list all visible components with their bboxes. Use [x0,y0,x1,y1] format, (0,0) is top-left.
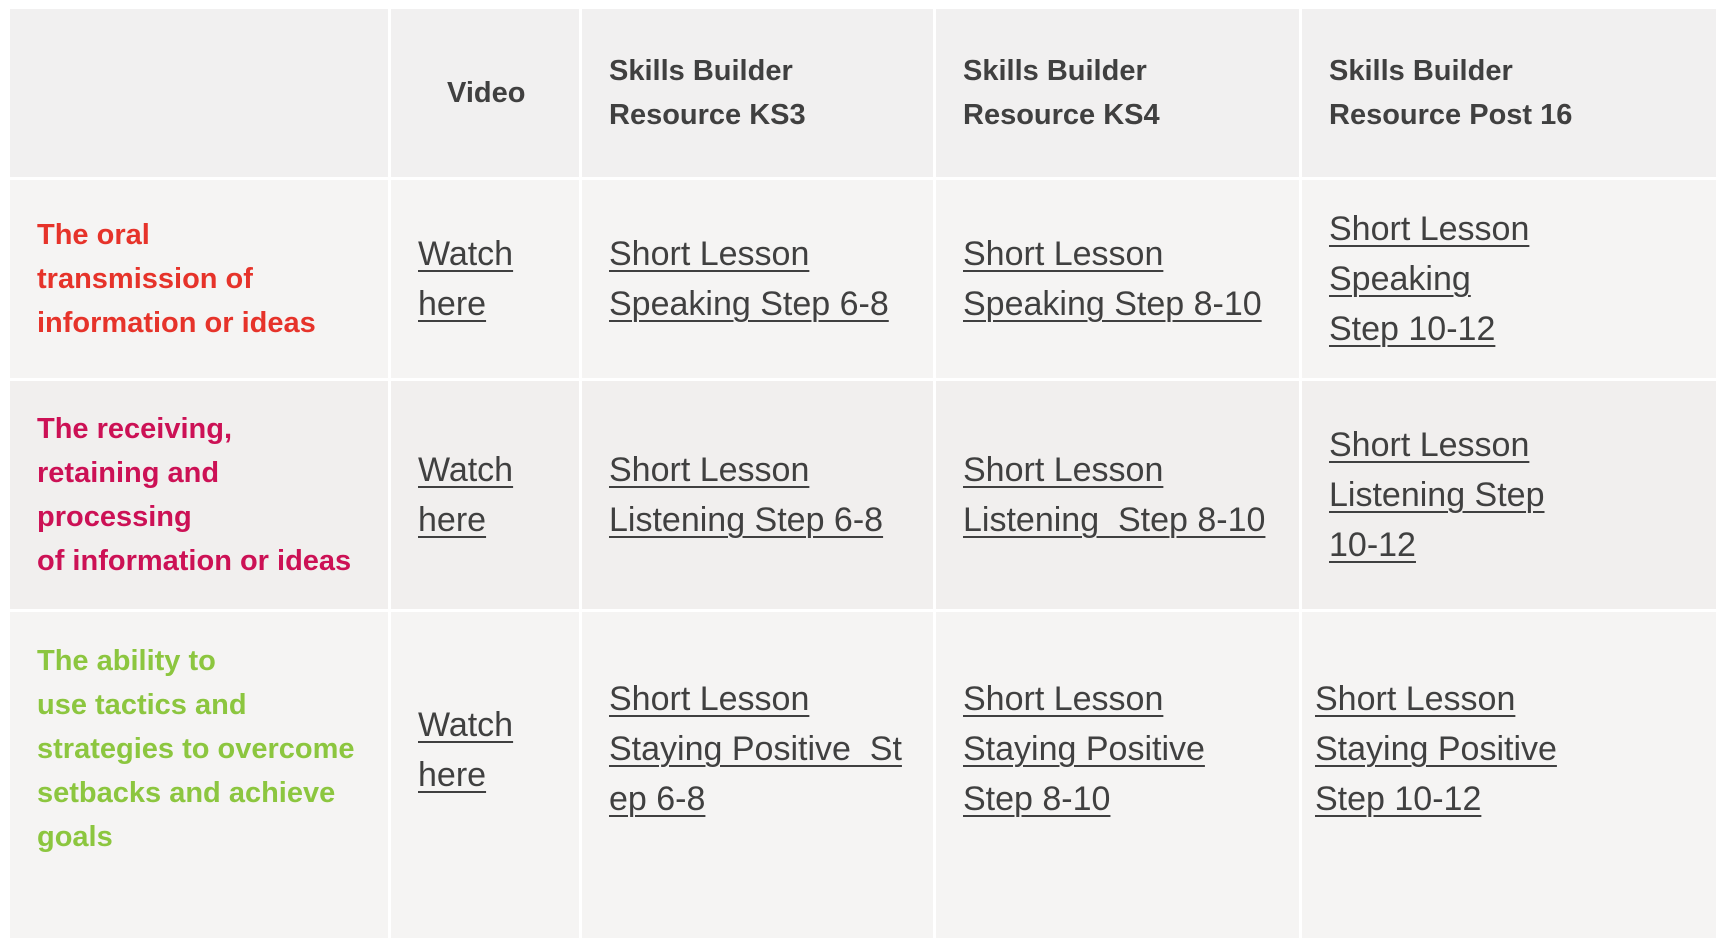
header-ks4-label: Skills Builder Resource KS4 [963,49,1299,137]
row-speaking-ks3-cell: Short Lesson Speaking Step 6-8 [582,180,933,378]
header-ks4-cell: Skills Builder Resource KS4 [936,9,1299,177]
link-line: ep 6-8 [609,780,706,818]
label-line: of information or ideas [37,545,352,577]
row-staying-positive-ks3-cell: Short Lesson Staying Positive St ep 6-8 [582,612,933,938]
row-staying-positive-post16-cell: Short Lesson Staying Positive Step 10-12 [1302,612,1716,938]
label-line: strategies to overcome [37,733,355,765]
row-speaking-label: The oral transmission of information or … [37,213,388,345]
label-line: processing [37,501,192,533]
short-lesson-staying-positive-ks3-link[interactable]: Short Lesson Staying Positive St ep 6-8 [609,674,933,824]
row-listening-video-cell: Watch here [391,381,579,609]
header-video-cell: Video [391,9,579,177]
row-listening-label: The receiving, retaining and processing … [37,407,388,583]
resource-table: Video Skills Builder Resource KS3 Skills… [10,9,1716,938]
short-lesson-speaking-post16-link[interactable]: Short Lesson Speaking Step 10-12 [1329,204,1716,354]
row-staying-positive-label: The ability to use tactics and strategie… [37,639,388,859]
row-speaking-video-cell: Watch here [391,180,579,378]
label-line: transmission of [37,263,253,295]
row-staying-positive-ks4-cell: Short Lesson Staying Positive Step 8-10 [936,612,1299,938]
label-line: The receiving, [37,413,233,445]
link-line: Staying Positive St [609,730,902,768]
link-line: Step 10-12 [1315,780,1482,818]
label-line: The oral [37,219,150,251]
link-line: Short Lesson [1329,210,1530,248]
header-post16-line1: Skills Builder [1329,55,1513,87]
link-line: Short Lesson [1315,680,1516,718]
row-listening-ks3-cell: Short Lesson Listening Step 6-8 [582,381,933,609]
short-lesson-listening-ks4-link[interactable]: Short Lesson Listening Step 8-10 [963,445,1299,545]
link-line: Staying Positive [963,730,1205,768]
link-line: Listening Step 6-8 [609,501,884,539]
label-line: goals [37,821,113,853]
link-line: Step 8-10 [963,780,1111,818]
header-ks4-line2: Resource KS4 [963,99,1160,131]
header-empty-cell [10,9,388,177]
link-line: Short Lesson [963,451,1164,489]
watch-here-link-staying-positive[interactable]: Watch here [418,700,579,800]
row-listening-label-cell: The receiving, retaining and processing … [10,381,388,609]
link-line: Speaking [1329,260,1471,298]
link-line: Staying Positive [1315,730,1557,768]
header-ks3-label: Skills Builder Resource KS3 [609,49,933,137]
row-speaking-ks4-cell: Short Lesson Speaking Step 8-10 [936,180,1299,378]
link-line: Short Lesson [609,680,810,718]
watch-here-link-speaking[interactable]: Watch here [418,229,579,329]
header-post16-line2: Resource Post 16 [1329,99,1573,131]
short-lesson-staying-positive-post16-link[interactable]: Short Lesson Staying Positive Step 10-12 [1315,674,1716,824]
header-post16-label: Skills Builder Resource Post 16 [1329,49,1716,137]
link-line: Listening Step 8-10 [963,501,1266,539]
label-line: setbacks and achieve [37,777,336,809]
link-line: Watch [418,235,514,273]
link-line: here [418,756,487,794]
link-line: Speaking Step 8-10 [963,285,1262,323]
header-ks4-line1: Skills Builder [963,55,1147,87]
link-line: Step 10-12 [1329,310,1496,348]
watch-here-link-listening[interactable]: Watch here [418,445,579,545]
label-line: retaining and [37,457,220,489]
link-line: Short Lesson [963,680,1164,718]
link-line: Short Lesson [1329,426,1530,464]
row-staying-positive-label-cell: The ability to use tactics and strategie… [10,612,388,938]
link-line: Short Lesson [609,235,810,273]
link-line: Speaking Step 6-8 [609,285,889,323]
short-lesson-speaking-ks3-link[interactable]: Short Lesson Speaking Step 6-8 [609,229,933,329]
link-line: Watch [418,706,514,744]
row-speaking-label-cell: The oral transmission of information or … [10,180,388,378]
short-lesson-listening-ks3-link[interactable]: Short Lesson Listening Step 6-8 [609,445,933,545]
header-ks3-cell: Skills Builder Resource KS3 [582,9,933,177]
row-staying-positive-video-cell: Watch here [391,612,579,938]
header-video-label: Video [447,77,526,109]
short-lesson-listening-post16-link[interactable]: Short Lesson Listening Step 10-12 [1329,420,1716,570]
short-lesson-staying-positive-ks4-link[interactable]: Short Lesson Staying Positive Step 8-10 [963,674,1299,824]
link-line: Listening Step [1329,476,1545,514]
link-line: 10-12 [1329,526,1416,564]
label-line: use tactics and [37,689,247,721]
row-listening-ks4-cell: Short Lesson Listening Step 8-10 [936,381,1299,609]
link-line: Short Lesson [963,235,1164,273]
row-listening-post16-cell: Short Lesson Listening Step 10-12 [1302,381,1716,609]
link-line: Short Lesson [609,451,810,489]
label-line: information or ideas [37,307,316,339]
label-line: The ability to [37,645,216,677]
header-ks3-line2: Resource KS3 [609,99,806,131]
header-ks3-line1: Skills Builder [609,55,793,87]
link-line: here [418,501,487,539]
row-speaking-post16-cell: Short Lesson Speaking Step 10-12 [1302,180,1716,378]
header-post16-cell: Skills Builder Resource Post 16 [1302,9,1716,177]
link-line: Watch [418,451,514,489]
link-line: here [418,285,487,323]
short-lesson-speaking-ks4-link[interactable]: Short Lesson Speaking Step 8-10 [963,229,1299,329]
